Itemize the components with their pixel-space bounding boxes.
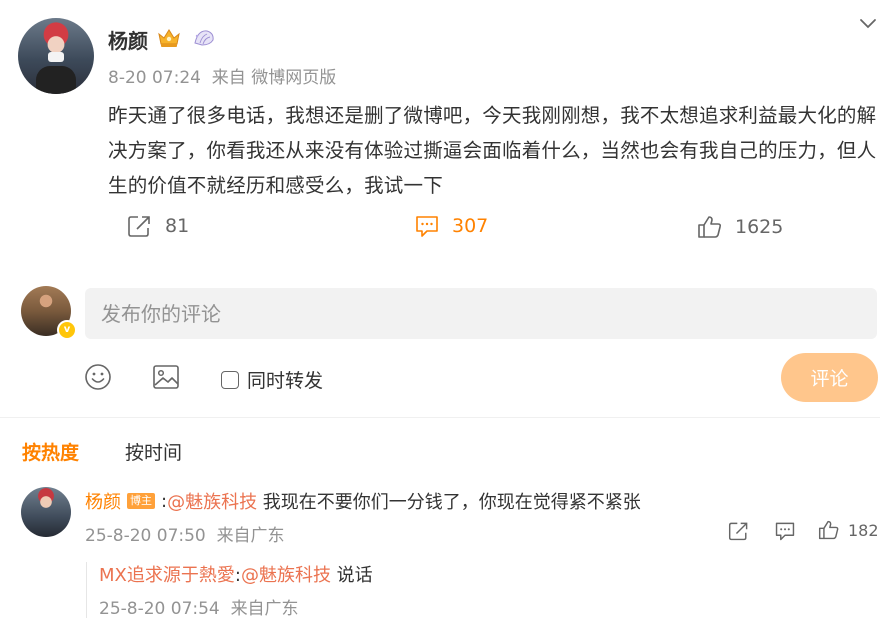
comment-button[interactable]: 307 [414, 214, 488, 238]
reply-mention[interactable]: @魅族科技 [241, 565, 331, 586]
tab-sort-time[interactable]: 按时间 [125, 438, 182, 465]
host-tag: 博主 [127, 493, 155, 509]
comment-like-button[interactable]: 182 [818, 519, 879, 541]
comment-content: 杨颜 博主 : @魅族科技 我现在不要你们一分钱了，你现在觉得紧不紧张 [85, 488, 641, 514]
submit-comment-button[interactable]: 评论 [781, 353, 878, 402]
shell-icon[interactable] [192, 28, 216, 48]
reply-thread-line [86, 562, 87, 618]
comment-source: 来自广东 [216, 526, 285, 546]
comment-text: 我现在不要你们一分钱了，你现在觉得紧不紧张 [257, 492, 641, 513]
gold-crown-icon[interactable] [157, 27, 181, 49]
comment-mention[interactable]: @魅族科技 [167, 488, 257, 514]
comment-input[interactable] [85, 288, 877, 339]
comment-reply-icon[interactable] [774, 520, 796, 542]
tab-sort-hot[interactable]: 按热度 [22, 438, 79, 465]
image-icon[interactable] [152, 363, 180, 391]
comment-share-icon[interactable] [728, 520, 750, 542]
verified-badge: v [57, 320, 77, 340]
reply-meta: 25-8-20 07:54 来自广东 [99, 594, 299, 619]
reply-author[interactable]: MX追求源于熱愛 [99, 565, 235, 586]
repost-checkbox-label: 同时转发 [247, 370, 324, 392]
comment-author[interactable]: 杨颜 [85, 488, 121, 514]
commenter-avatar[interactable] [21, 487, 71, 537]
like-count: 1625 [735, 216, 784, 238]
like-button[interactable]: 1625 [697, 215, 783, 239]
repost-count: 81 [165, 215, 190, 237]
checkbox-box[interactable] [221, 370, 239, 389]
comment-like-count: 182 [848, 520, 879, 540]
author-name[interactable]: 杨颜 [108, 25, 148, 54]
comment-meta: 25-8-20 07:50 来自广东 [85, 521, 285, 546]
post-date[interactable]: 8-20 07:24 [108, 68, 201, 88]
comment-icon [416, 216, 438, 237]
comment-count: 307 [452, 215, 489, 237]
post-source: 来自 微博网页版 [211, 68, 337, 88]
author-avatar[interactable] [18, 18, 94, 94]
divider [0, 417, 880, 418]
repost-checkbox[interactable]: 同时转发 [221, 366, 323, 393]
smiley-icon[interactable] [84, 363, 112, 391]
repost-button[interactable]: 81 [127, 214, 189, 238]
reply-date: 25-8-20 07:54 [99, 599, 220, 619]
reply-text: 说话 [330, 565, 373, 586]
thumbs-up-icon [698, 216, 722, 238]
post-body: 昨天通了很多电话，我想还是删了微博吧，今天我刚刚想，我不太想追求利益最大化的解决… [108, 104, 877, 197]
reply-source: 来自广东 [230, 599, 299, 619]
reply-content: MX追求源于熱愛:@魅族科技 说话 [99, 561, 373, 587]
share-icon [128, 216, 150, 237]
post-meta: 8-20 07:24 来自 微博网页版 [108, 63, 336, 88]
chevron-down-icon[interactable] [857, 12, 879, 34]
comment-date: 25-8-20 07:50 [85, 526, 206, 546]
thumbs-up-icon [818, 520, 839, 540]
